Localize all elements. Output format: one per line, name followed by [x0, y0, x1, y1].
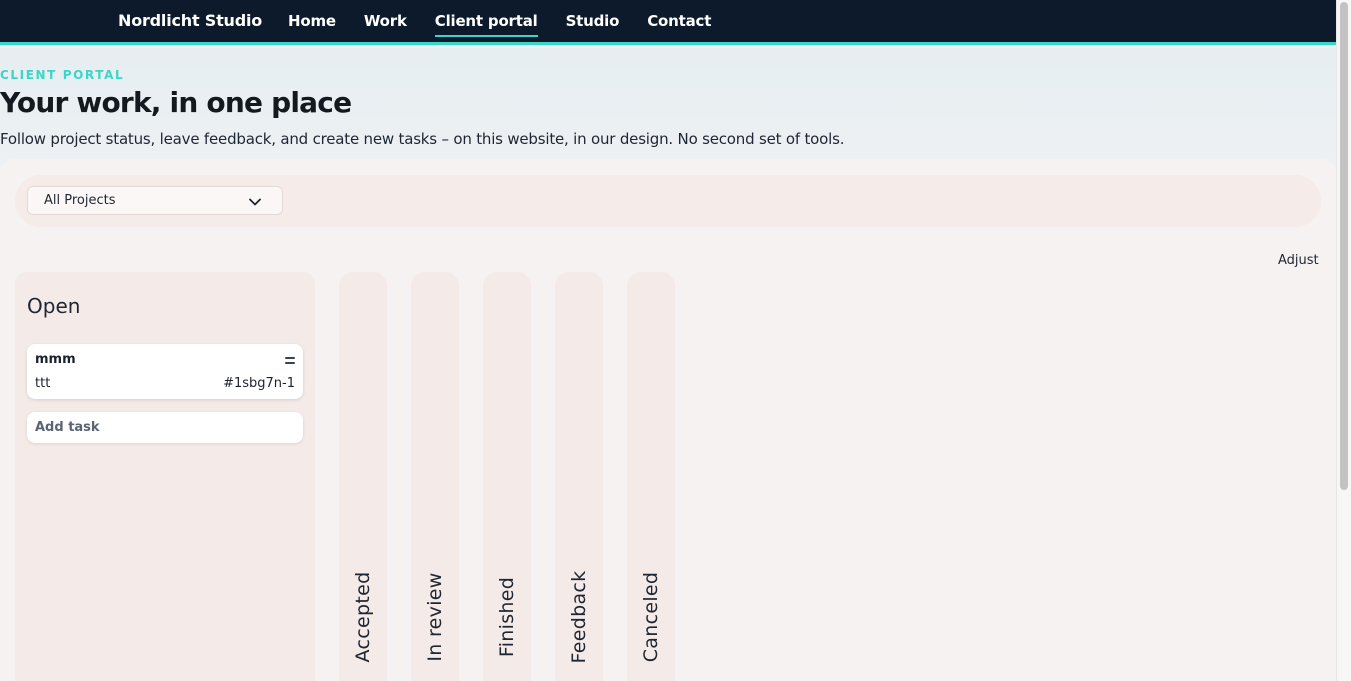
portal-panel: All Projects Adjust Open mmm ttt #1sbg7n… [0, 159, 1336, 681]
scrollbar-thumb[interactable] [1340, 2, 1348, 490]
board-column-accepted[interactable]: Accepted [339, 272, 387, 681]
task-card[interactable]: mmm ttt #1sbg7n-1 [27, 344, 303, 399]
nav-work[interactable]: Work [364, 12, 407, 37]
task-description: ttt [35, 376, 51, 391]
add-task-button[interactable]: Add task [27, 412, 303, 443]
board-column-open: Open mmm ttt #1sbg7n-1 Add task [15, 272, 315, 681]
chevron-down-icon [249, 198, 261, 206]
project-select[interactable]: All Projects [27, 186, 283, 215]
nav-studio[interactable]: Studio [566, 12, 620, 37]
adjust-button[interactable]: Adjust [1278, 253, 1319, 268]
add-task-label: Add task [35, 420, 100, 435]
task-id: #1sbg7n-1 [223, 376, 295, 391]
column-title: Finished [496, 576, 518, 658]
board-column-feedback[interactable]: Feedback [555, 272, 603, 681]
filter-bar: All Projects [15, 175, 1321, 227]
page-title: Your work, in one place [0, 86, 352, 119]
hero-subtitle: Follow project status, leave feedback, a… [0, 130, 845, 148]
project-select-value: All Projects [44, 193, 116, 208]
main-nav: Home Work Client portal Studio Contact [288, 12, 739, 37]
hero-section: CLIENT PORTAL Your work, in one place Fo… [0, 48, 1336, 168]
board-column-canceled[interactable]: Canceled [627, 272, 675, 681]
column-title: Canceled [640, 571, 662, 663]
board-column-in-review[interactable]: In review [411, 272, 459, 681]
column-title: Accepted [352, 571, 374, 663]
top-navigation-bar: Nordlicht Studio Home Work Client portal… [0, 0, 1336, 45]
brand-logo[interactable]: Nordlicht Studio [118, 11, 262, 30]
column-title: Feedback [568, 570, 590, 664]
nav-home[interactable]: Home [288, 12, 336, 37]
hero-eyebrow: CLIENT PORTAL [0, 68, 125, 82]
nav-contact[interactable]: Contact [647, 12, 711, 37]
board-column-finished[interactable]: Finished [483, 272, 531, 681]
task-title: mmm [35, 352, 76, 367]
nav-client-portal[interactable]: Client portal [434, 12, 538, 37]
column-title: In review [424, 572, 446, 662]
drag-handle-icon[interactable] [285, 357, 295, 365]
page-scrollbar[interactable] [1336, 0, 1351, 681]
column-title: Open [27, 294, 81, 318]
